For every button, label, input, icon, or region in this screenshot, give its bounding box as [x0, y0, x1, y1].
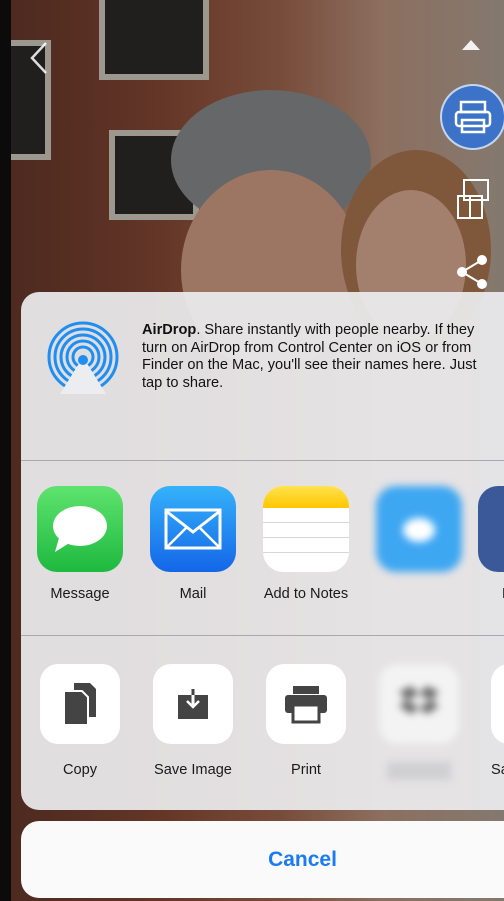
apps-row: Message Mail Add to Notes F: [21, 486, 504, 636]
share-icon[interactable]: [452, 250, 492, 290]
app-label: Mail: [179, 586, 207, 602]
airdrop-icon: [47, 321, 119, 394]
printer-icon: [454, 100, 492, 134]
share-sheet: AirDrop. Share instantly with people nea…: [21, 292, 504, 810]
action-label: Save Image: [154, 762, 232, 778]
mail-icon: [150, 486, 236, 572]
app-label: Message: [50, 586, 110, 602]
app-mail[interactable]: Mail: [138, 486, 248, 602]
partial-app-icon: [478, 486, 504, 572]
print-icon: [266, 664, 346, 744]
cancel-button[interactable]: Cancel: [21, 821, 504, 898]
divider: [21, 460, 504, 461]
app-label: Add to Notes: [263, 586, 349, 602]
back-arrow-icon[interactable]: [28, 40, 50, 76]
action-copy[interactable]: Copy: [25, 664, 135, 778]
expand-up-icon[interactable]: [462, 40, 480, 50]
action-label: Copy: [62, 762, 98, 778]
save-image-icon: [153, 664, 233, 744]
twitter-icon: [376, 486, 462, 572]
airdrop-title: AirDrop: [142, 322, 197, 338]
notes-icon: [263, 486, 349, 572]
airdrop-section[interactable]: AirDrop. Share instantly with people nea…: [21, 292, 504, 460]
collage-icon[interactable]: [454, 178, 492, 222]
divider: [21, 635, 504, 636]
airdrop-description: AirDrop. Share instantly with people nea…: [142, 322, 494, 392]
action-label: Sa: [491, 762, 504, 778]
app-twitter[interactable]: [364, 486, 474, 586]
partial-action-icon: [491, 664, 504, 744]
app-message[interactable]: Message: [25, 486, 135, 602]
action-dropbox[interactable]: [364, 664, 474, 780]
action-label: [387, 762, 451, 780]
copy-icon: [40, 664, 120, 744]
action-label: Print: [290, 762, 321, 778]
app-partial[interactable]: F: [478, 486, 504, 602]
actions-row: Copy Save Image Print Sa: [21, 664, 504, 804]
dropbox-icon: [379, 664, 459, 744]
print-mode-button[interactable]: [440, 84, 504, 150]
action-partial[interactable]: Sa: [491, 664, 504, 778]
action-save-image[interactable]: Save Image: [138, 664, 248, 778]
letterbox-strip: [0, 0, 11, 901]
app-label: F: [478, 586, 504, 602]
message-icon: [37, 486, 123, 572]
app-add-to-notes[interactable]: Add to Notes: [251, 486, 361, 602]
action-print[interactable]: Print: [251, 664, 361, 778]
cancel-label: Cancel: [268, 847, 337, 871]
